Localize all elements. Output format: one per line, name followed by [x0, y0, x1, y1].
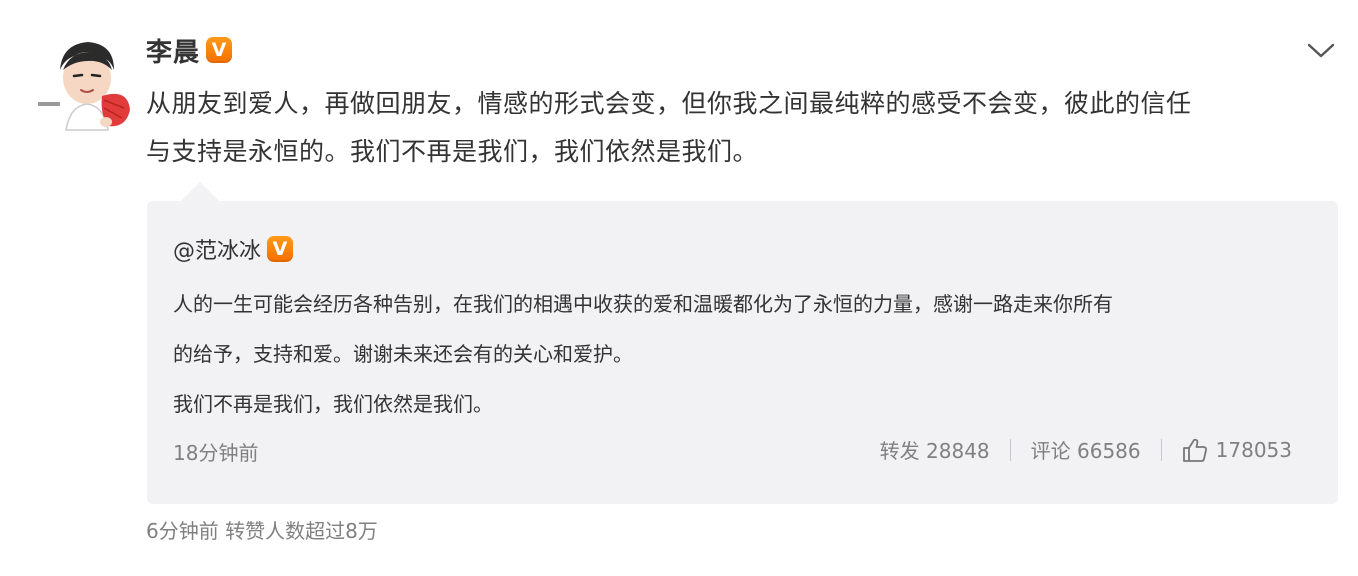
repost-button[interactable]: 转发 28848 [880, 435, 990, 464]
like-button[interactable]: 178053 [1182, 437, 1292, 463]
thumbs-up-icon [1182, 438, 1207, 462]
repost-text-line: 人的一生可能会经历各种告别，在我们的相遇中收获的爱和温暖都化为了永恒的力量，感谢… [173, 292, 1113, 316]
post-text-line: 从朋友到爱人，再做回朋友，情感的形式会变，但你我之间最纯粹的感受不会变，彼此的信… [146, 89, 1192, 118]
repost-pointer [180, 182, 220, 202]
repost-card: @范冰冰 V 人的一生可能会经历各种告别，在我们的相遇中收获的爱和温暖都化为了永… [147, 201, 1338, 504]
post-text: 从朋友到爱人，再做回朋友，情感的形式会变，但你我之间最纯粹的感受不会变，彼此的信… [146, 80, 1316, 176]
repost-stats: 转发 28848 评论 66586 178053 [880, 435, 1292, 464]
repost-count: 转发 28848 [879, 439, 990, 463]
repost-text: 人的一生可能会经历各种告别，在我们的相遇中收获的爱和温暖都化为了永恒的力量，感谢… [173, 279, 1313, 429]
divider [1160, 438, 1162, 461]
comment-button[interactable]: 评论 66586 [1031, 435, 1141, 464]
like-count: 178053 [1215, 437, 1292, 462]
repost-timestamp[interactable]: 18分钟前 [173, 437, 258, 466]
post-text-line: 与支持是永恒的。我们不再是我们，我们依然是我们。 [146, 137, 759, 166]
divider [1009, 438, 1011, 461]
repost-author-row: @范冰冰 V [173, 233, 294, 265]
repost-text-line: 的给予，支持和爱。谢谢未来还会有的关心和爱护。 [173, 342, 633, 366]
post-footer-meta: 6分钟前 转赞人数超过8万 [146, 519, 378, 543]
chevron-down-icon[interactable] [1306, 40, 1336, 60]
comment-count: 评论 66586 [1030, 439, 1141, 463]
repost-text-line: 我们不再是我们，我们依然是我们。 [173, 392, 493, 416]
post-author-row: 李晨 V [146, 32, 233, 69]
avatar[interactable] [30, 30, 140, 140]
verified-badge-icon: V [206, 37, 233, 63]
verified-badge-icon: V [267, 236, 294, 262]
repost-author-name[interactable]: @范冰冰 [173, 233, 261, 265]
post-author-name[interactable]: 李晨 [146, 32, 200, 69]
